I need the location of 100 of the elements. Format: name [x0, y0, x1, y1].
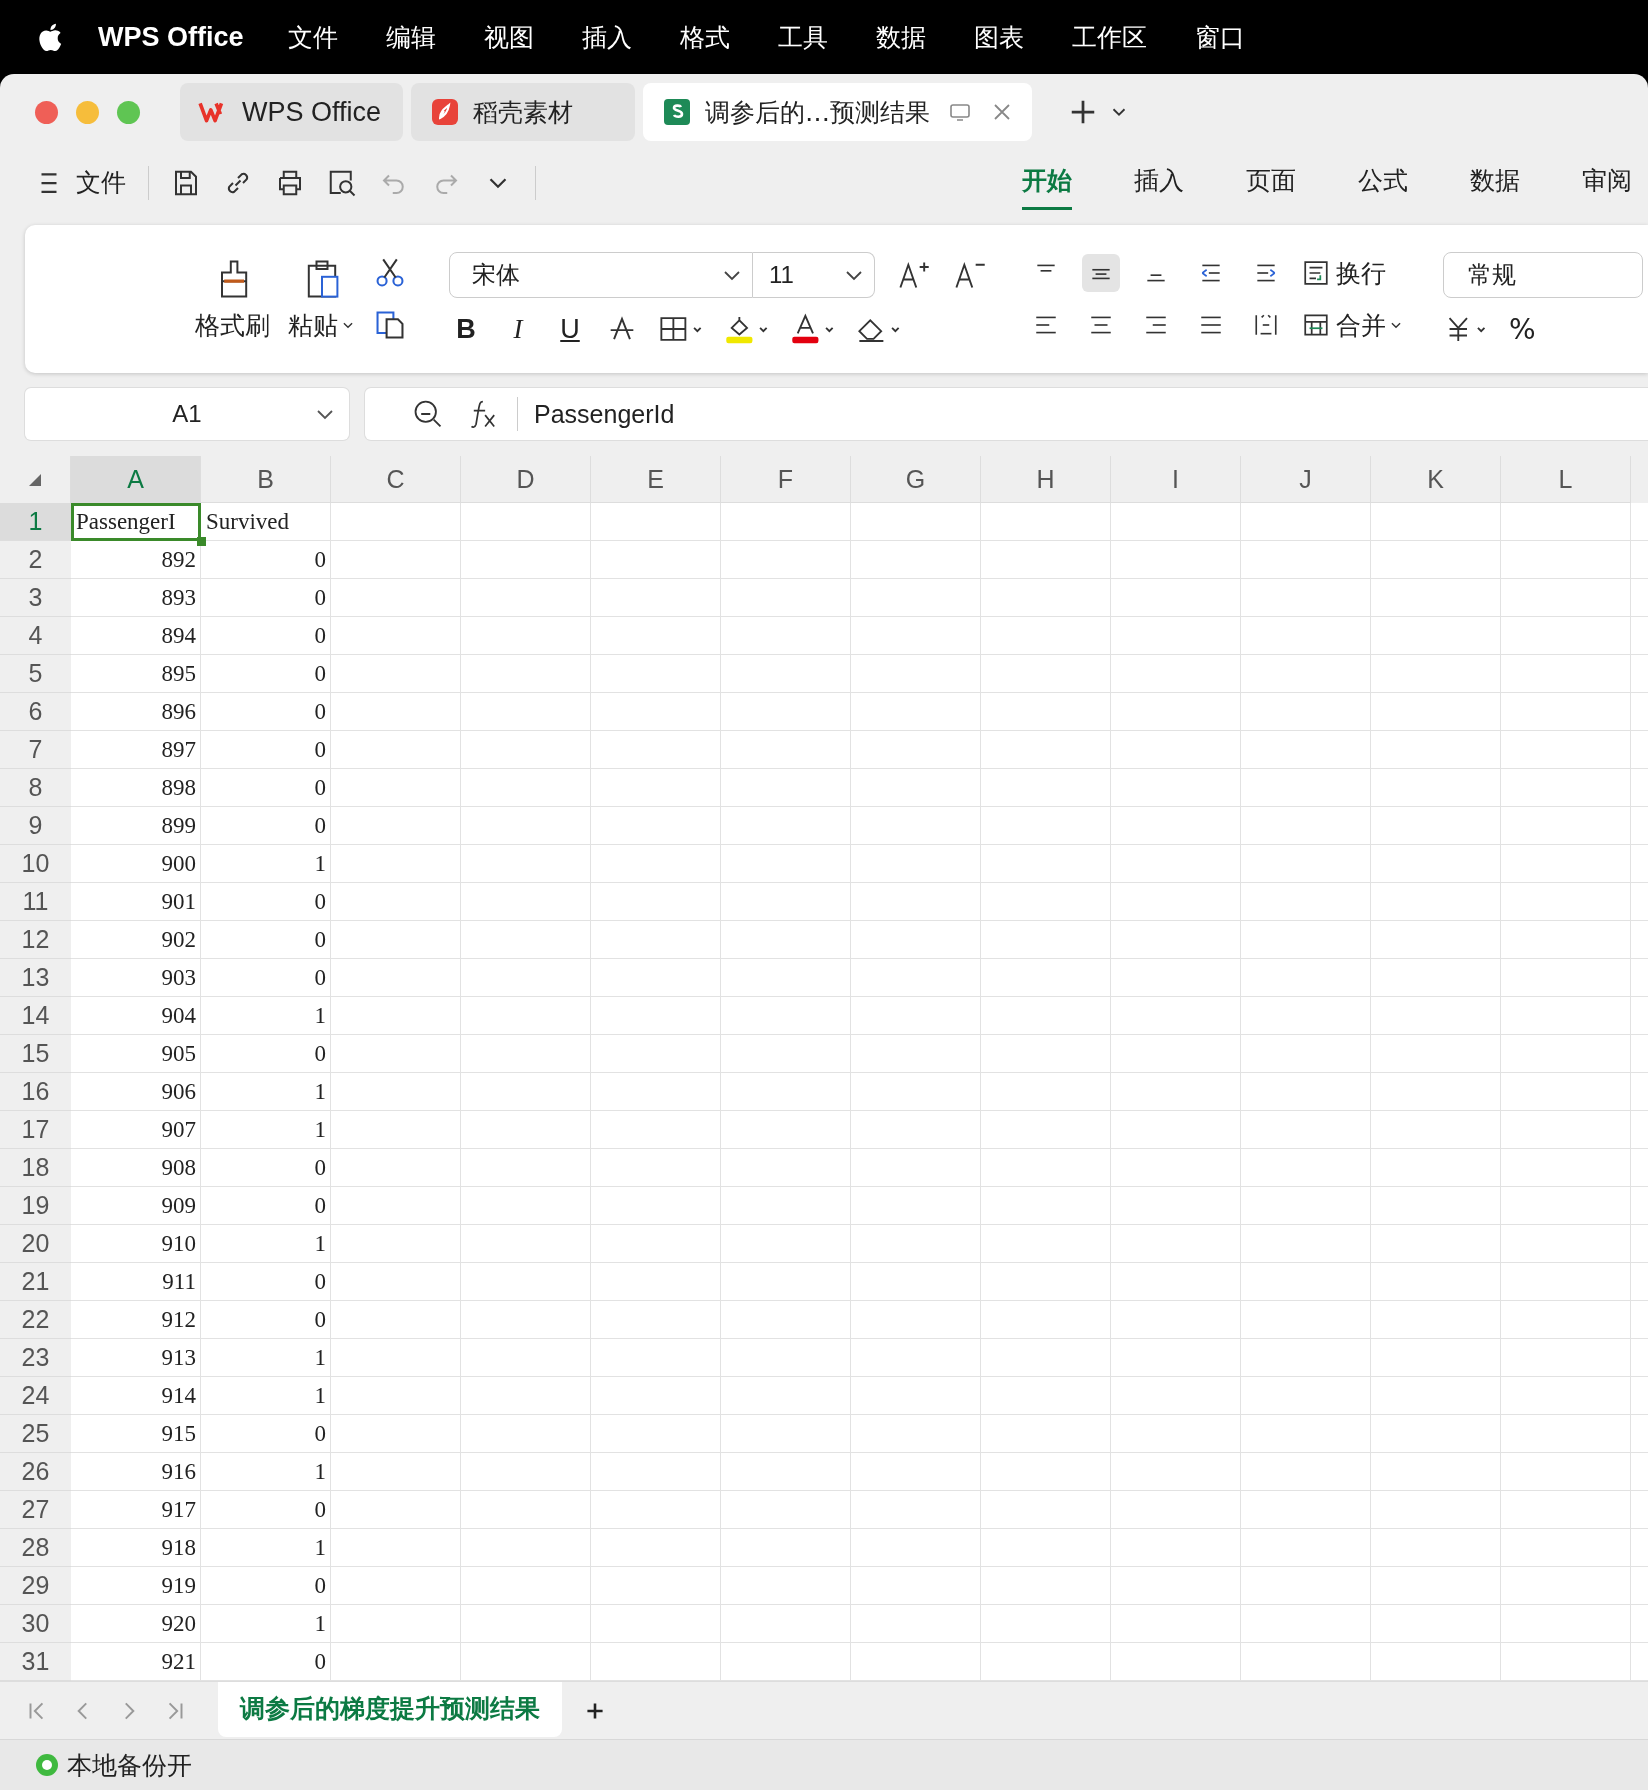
row-header[interactable]: 23 — [0, 1339, 71, 1377]
menu-item[interactable]: 视图 — [483, 20, 534, 54]
row-header[interactable]: 3 — [0, 579, 71, 617]
font-size-dropdown[interactable]: 11 — [753, 252, 875, 298]
close-window-icon[interactable] — [35, 100, 58, 124]
name-box[interactable]: A1 — [25, 388, 349, 440]
row-header[interactable]: 9 — [0, 807, 71, 845]
row-header[interactable]: 19 — [0, 1187, 71, 1225]
table-cell: 1 — [314, 1611, 326, 1637]
row-header[interactable]: 18 — [0, 1149, 71, 1187]
table-cell: 905 — [161, 1041, 196, 1067]
app-menu[interactable]: WPS Office — [98, 21, 244, 53]
row-header[interactable]: 26 — [0, 1453, 71, 1491]
column-header[interactable]: B — [201, 456, 331, 503]
menu-item[interactable]: 格式 — [679, 20, 730, 54]
table-cell: 0 — [314, 889, 326, 915]
merge-cells-icon[interactable] — [1302, 311, 1330, 339]
row-header[interactable]: 1 — [0, 503, 71, 541]
font-dropdown[interactable]: 宋体 — [449, 252, 753, 298]
row-header[interactable]: 2 — [0, 541, 71, 579]
column-header[interactable]: A — [71, 456, 201, 503]
column-header[interactable]: H — [981, 456, 1111, 503]
italic-button[interactable]: I — [501, 313, 535, 345]
row-header[interactable]: 6 — [0, 693, 71, 731]
column-header[interactable]: I — [1111, 456, 1241, 503]
bold-button[interactable]: B — [449, 313, 483, 345]
menu-item[interactable]: 文件 — [287, 20, 338, 54]
row-header[interactable]: 12 — [0, 921, 71, 959]
row-header[interactable]: 24 — [0, 1377, 71, 1415]
sheet-tab[interactable]: 调参后的梯度提升预测结果 — [218, 1682, 562, 1737]
select-all-icon[interactable] — [28, 472, 42, 487]
fill-handle[interactable] — [197, 537, 206, 546]
ribbon-tab[interactable]: 审阅 — [1582, 155, 1632, 210]
table-cell: 916 — [161, 1459, 196, 1485]
row-header[interactable]: 27 — [0, 1491, 71, 1529]
row-header[interactable]: 21 — [0, 1263, 71, 1301]
format-painter-button[interactable]: 格式刷 — [195, 256, 270, 342]
menu-item[interactable]: 窗口 — [1194, 20, 1245, 54]
row-header[interactable]: 7 — [0, 731, 71, 769]
table-cell: 0 — [314, 813, 326, 839]
row-header[interactable]: 10 — [0, 845, 71, 883]
formula-field[interactable]: PassengerId — [365, 388, 1648, 440]
merge-cells-button[interactable]: 合并 — [1302, 308, 1403, 342]
table-cell: 900 — [161, 851, 196, 877]
row-header[interactable]: 16 — [0, 1073, 71, 1111]
row-header[interactable]: 8 — [0, 769, 71, 807]
ribbon-tab[interactable]: 插入 — [1134, 155, 1184, 210]
table-cell: 899 — [161, 813, 196, 839]
column-header[interactable]: C — [331, 456, 461, 503]
table-cell: 1 — [314, 1231, 326, 1257]
row-header[interactable]: 15 — [0, 1035, 71, 1073]
document-tab[interactable]: 稻壳素材 — [411, 83, 636, 141]
document-tab[interactable]: WPS Office — [180, 83, 404, 141]
menu-item[interactable]: 编辑 — [385, 20, 436, 54]
row-header[interactable]: 11 — [0, 883, 71, 921]
column-header[interactable]: F — [721, 456, 851, 503]
column-header[interactable]: D — [461, 456, 591, 503]
row-header[interactable]: 13 — [0, 959, 71, 997]
menu-item[interactable]: 图表 — [973, 20, 1024, 54]
row-header[interactable]: 22 — [0, 1301, 71, 1339]
row-header[interactable]: 5 — [0, 655, 71, 693]
wrap-text-icon[interactable] — [1302, 259, 1330, 287]
align-middle-icon[interactable] — [1082, 254, 1120, 292]
column-header[interactable]: E — [591, 456, 721, 503]
menu-item[interactable]: 工作区 — [1071, 20, 1147, 54]
table-cell: 920 — [161, 1611, 196, 1637]
underline-button[interactable]: U — [553, 313, 587, 345]
file-menu[interactable]: 文件 — [76, 166, 126, 199]
wrap-text-button[interactable]: 换行 — [1302, 256, 1386, 290]
menu-item[interactable]: 数据 — [875, 20, 926, 54]
row-header[interactable]: 25 — [0, 1415, 71, 1453]
table-cell: 0 — [314, 1269, 326, 1295]
backup-status[interactable]: 本地备份开 — [67, 1748, 192, 1782]
table-cell: 895 — [161, 661, 196, 687]
menu-item[interactable]: 工具 — [777, 20, 828, 54]
row-header[interactable]: 17 — [0, 1111, 71, 1149]
ribbon-tab[interactable]: 数据 — [1470, 155, 1520, 210]
row-header[interactable]: 29 — [0, 1567, 71, 1605]
row-header[interactable]: 20 — [0, 1225, 71, 1263]
cell-cursor[interactable]: PassengerI — [71, 503, 201, 541]
paste-button[interactable]: 粘贴 — [288, 256, 355, 342]
column-header[interactable]: G — [851, 456, 981, 503]
row-header[interactable]: 28 — [0, 1529, 71, 1567]
status-dot-icon — [35, 1753, 59, 1777]
column-header[interactable]: J — [1241, 456, 1371, 503]
row-header[interactable]: 30 — [0, 1605, 71, 1643]
percent-button[interactable]: % — [1509, 312, 1536, 346]
ribbon-tab[interactable]: 开始 — [1022, 155, 1072, 210]
table-cell: 0 — [314, 1193, 326, 1219]
number-format-dropdown[interactable]: 常规 — [1443, 252, 1643, 298]
row-header[interactable]: 14 — [0, 997, 71, 1035]
ribbon-tab[interactable]: 页面 — [1246, 155, 1296, 210]
row-header[interactable]: 4 — [0, 617, 71, 655]
document-tab[interactable]: 调参后的…预测结果 — [643, 83, 1033, 141]
menu-item[interactable]: 插入 — [581, 20, 632, 54]
row-header[interactable]: 31 — [0, 1643, 71, 1681]
table-cell: 896 — [161, 699, 196, 725]
column-header[interactable]: K — [1371, 456, 1501, 503]
column-header[interactable]: L — [1501, 456, 1631, 503]
ribbon-tab[interactable]: 公式 — [1358, 155, 1408, 210]
